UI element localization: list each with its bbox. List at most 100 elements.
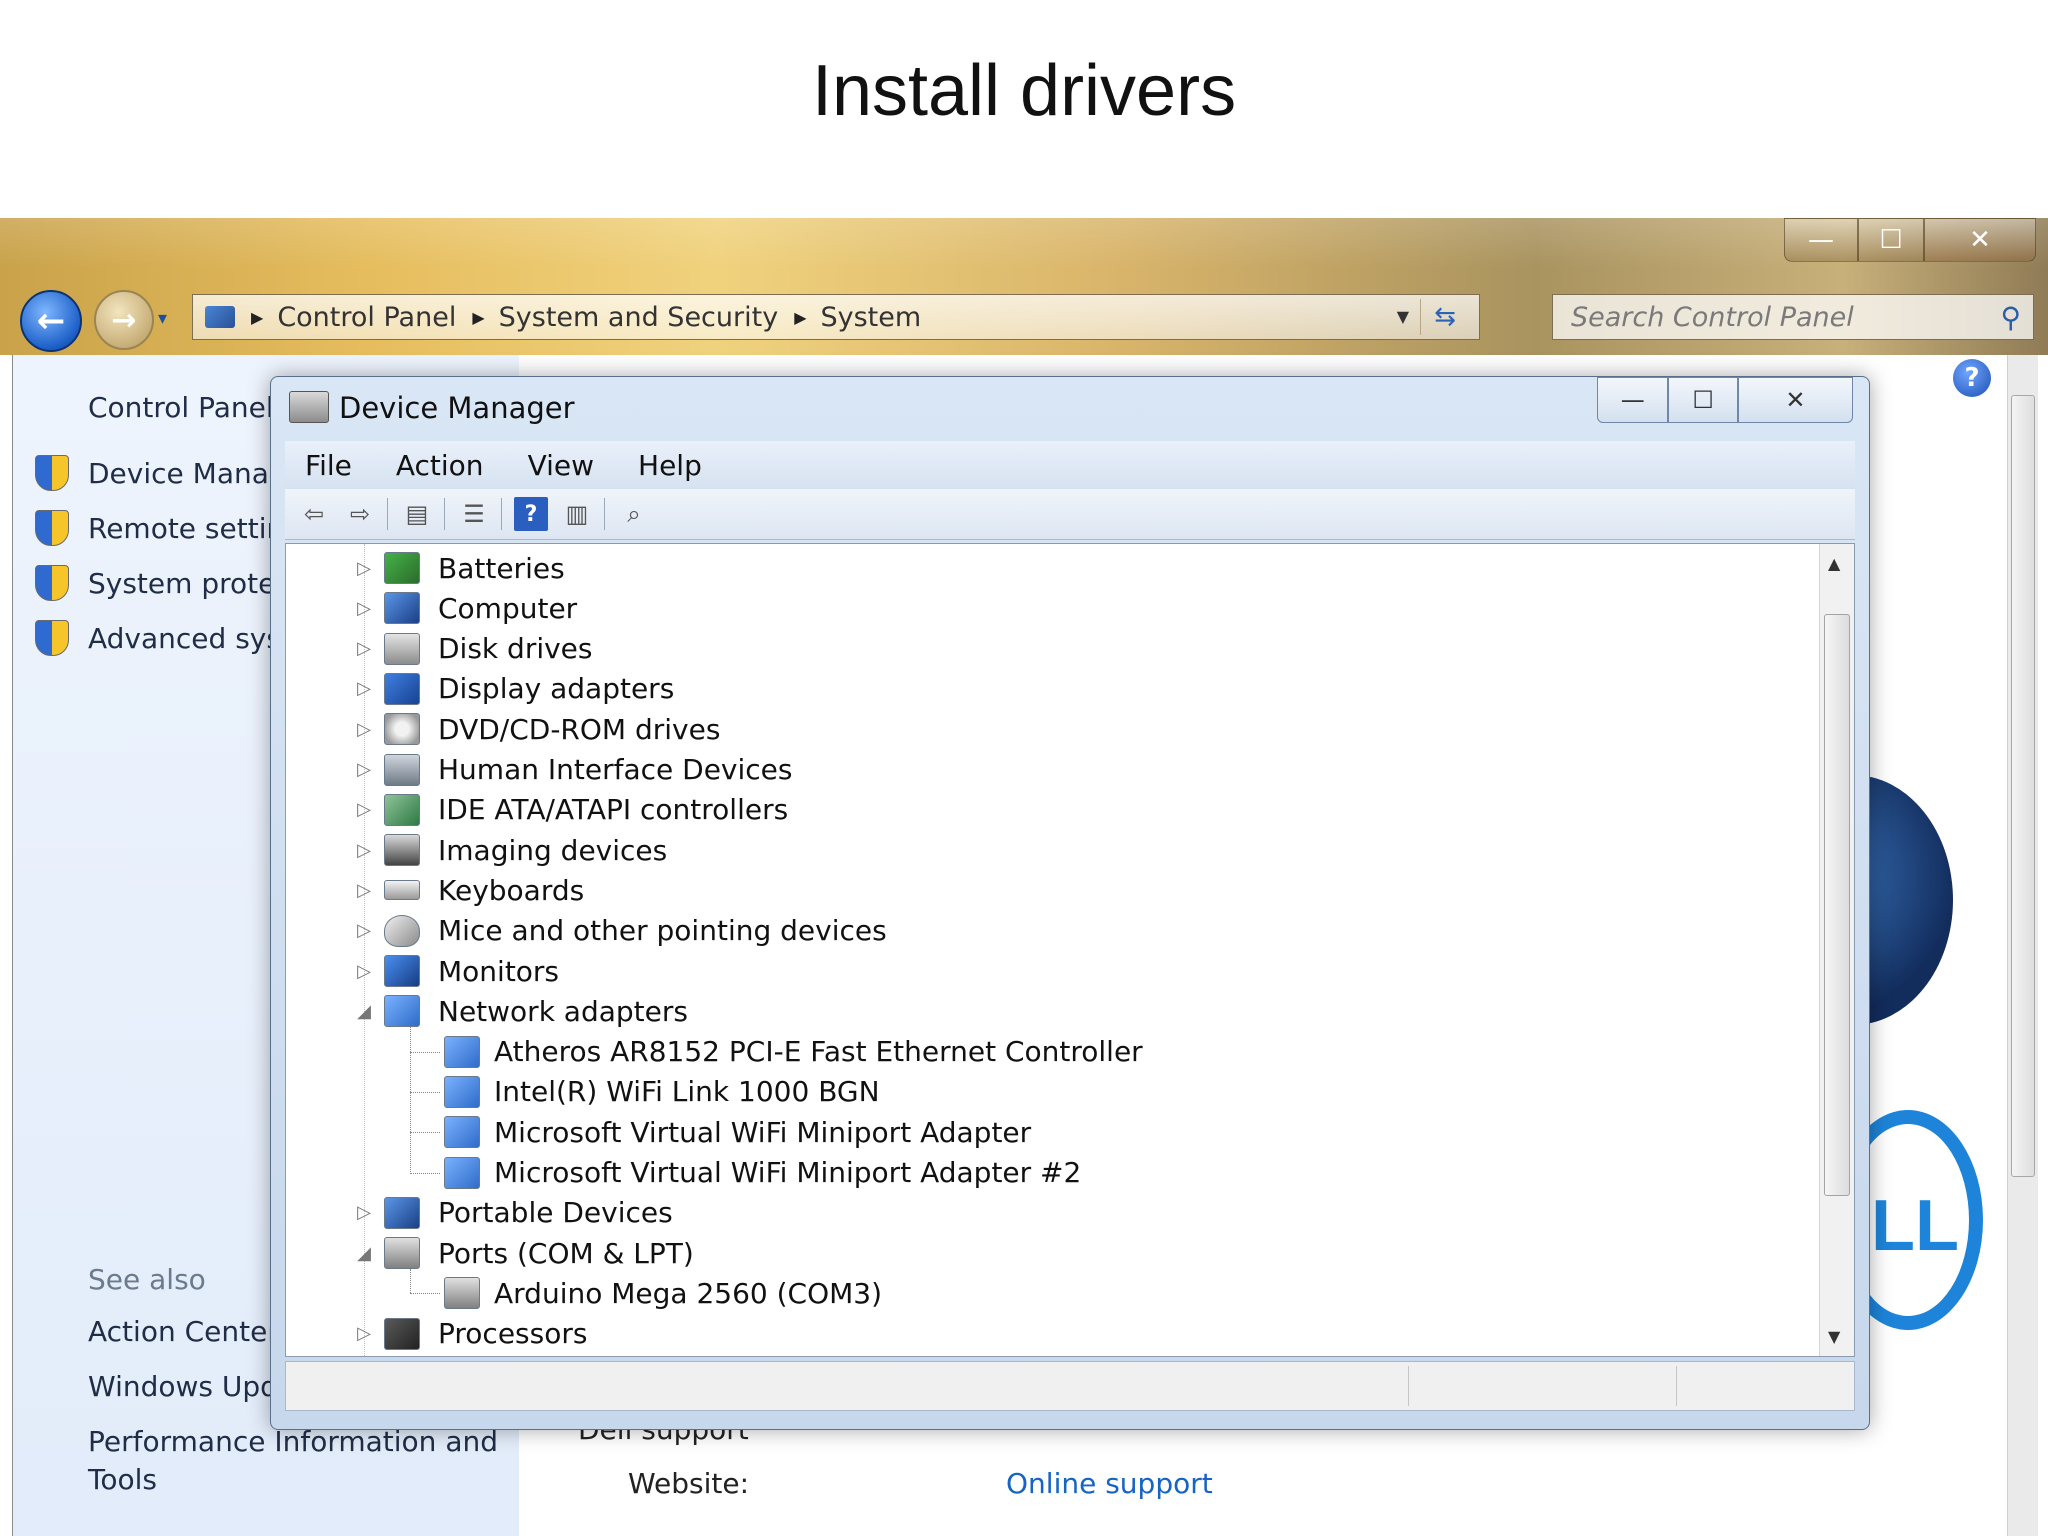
forward-button[interactable]: → [94, 290, 154, 350]
imaging-device-icon [384, 834, 420, 867]
task-label: Remote settin [88, 511, 285, 545]
minimize-button[interactable]: — [1784, 218, 1858, 262]
address-bar[interactable]: ▶ Control Panel ▶ System and Security ▶ … [192, 294, 1480, 340]
breadcrumb-control-panel[interactable]: Control Panel [277, 302, 456, 333]
tree-node-device[interactable]: Microsoft Virtual WiFi Miniport Adapter [444, 1112, 1031, 1152]
tree-node-device[interactable]: Atheros AR8152 PCI-E Fast Ethernet Contr… [444, 1032, 1143, 1072]
tree-node-device[interactable]: Microsoft Virtual WiFi Miniport Adapter … [444, 1153, 1081, 1193]
help-icon[interactable]: ? [1953, 359, 1991, 397]
tree-node-category[interactable]: ▷ IDE ATA/ATAPI controllers [354, 790, 788, 830]
tree-node-category[interactable]: ▷ Batteries [354, 548, 565, 588]
scroll-up-icon[interactable]: ▲ [1828, 554, 1840, 573]
tree-node-category[interactable]: ◢ Network adapters [354, 991, 688, 1031]
expand-arrow-icon[interactable]: ▷ [354, 719, 374, 740]
tree-node-category[interactable]: ▷ Disk drives [354, 629, 592, 669]
forward-arrow-icon[interactable]: ⇨ [343, 497, 377, 531]
expand-arrow-icon[interactable]: ▷ [354, 799, 374, 820]
tree-node-label: Keyboards [438, 873, 585, 907]
show-hide-console-tree-icon[interactable]: ▤ [400, 497, 434, 531]
toolbar: ⇦ ⇨ ▤ ☰ ? ▥ ⌕ [285, 489, 1855, 540]
expand-arrow-icon[interactable]: ▷ [354, 840, 374, 861]
toolbar-separator [501, 498, 502, 530]
chevron-right-icon[interactable]: ▶ [472, 308, 484, 327]
refresh-icon[interactable]: ⇆ [1420, 299, 1469, 335]
online-support-link[interactable]: Online support [1006, 1467, 1213, 1500]
tree-node-category[interactable]: ▷ Processors [354, 1314, 587, 1354]
chevron-right-icon[interactable]: ▶ [251, 308, 263, 327]
tree-node-category[interactable]: ▷ Computer [354, 588, 577, 628]
tree-node-category[interactable]: ▷ DVD/CD-ROM drives [354, 709, 720, 749]
tree-node-category[interactable]: ▷ Keyboards [354, 870, 584, 910]
network-adapter-icon [384, 995, 420, 1028]
scan-hardware-changes-icon[interactable]: ⌕ [617, 497, 651, 531]
menu-help[interactable]: Help [638, 449, 702, 482]
maximize-button[interactable]: ☐ [1668, 377, 1738, 423]
properties-icon[interactable]: ☰ [457, 497, 491, 531]
search-icon[interactable]: ⚲ [2000, 301, 2021, 334]
maximize-button[interactable]: ☐ [1858, 218, 1924, 262]
tree-node-category[interactable]: ▷ Monitors [354, 951, 559, 991]
expand-arrow-icon[interactable]: ▷ [354, 558, 374, 579]
search-input[interactable]: Search Control Panel ⚲ [1552, 294, 2034, 340]
tree-node-category[interactable]: ▷ Imaging devices [354, 830, 667, 870]
collapse-arrow-icon[interactable]: ◢ [354, 1243, 374, 1264]
expand-arrow-icon[interactable]: ▷ [354, 1323, 374, 1344]
tree-node-category[interactable]: ◢ Ports (COM & LPT) [354, 1233, 694, 1273]
close-button[interactable]: ✕ [1924, 218, 2036, 262]
expand-arrow-icon[interactable]: ▷ [354, 920, 374, 941]
expand-arrow-icon[interactable]: ▷ [354, 678, 374, 699]
task-advanced-system-settings[interactable]: Advanced sys [35, 618, 281, 658]
see-also-heading: See also [88, 1263, 206, 1296]
network-adapter-icon [444, 1075, 480, 1108]
collapse-arrow-icon[interactable]: ◢ [354, 1001, 374, 1022]
website-label: Website: [628, 1467, 750, 1500]
tree-node-category[interactable]: ▷ Human Interface Devices [354, 750, 792, 790]
tree-node-label: Mice and other pointing devices [438, 914, 887, 948]
tree-node-category[interactable]: ▷ Display adapters [354, 669, 674, 709]
task-device-manager[interactable]: Device Manag [35, 453, 287, 493]
task-system-protection[interactable]: System prote [35, 563, 275, 603]
tree-node-label: Processors [438, 1317, 588, 1351]
display-adapter-icon [384, 672, 420, 705]
close-button[interactable]: ✕ [1737, 377, 1853, 423]
port-icon [384, 1237, 420, 1270]
expand-arrow-icon[interactable]: ▷ [354, 880, 374, 901]
back-button[interactable]: ← [20, 290, 82, 352]
address-dropdown-icon[interactable]: ▼ [1397, 307, 1409, 326]
ide-controller-icon [384, 793, 420, 826]
link-performance-information[interactable]: Performance Information and Tools [88, 1423, 508, 1499]
help-icon[interactable]: ? [514, 497, 548, 531]
main-scrollbar[interactable] [2007, 355, 2038, 1536]
scroll-down-icon[interactable]: ▼ [1828, 1327, 1840, 1346]
expand-arrow-icon[interactable]: ▷ [354, 759, 374, 780]
expand-arrow-icon[interactable]: ▷ [354, 638, 374, 659]
task-remote-settings[interactable]: Remote settin [35, 508, 284, 548]
keyboard-icon [384, 880, 420, 901]
breadcrumb-system[interactable]: System [821, 302, 922, 333]
recent-pages-dropdown[interactable]: ▾ [158, 308, 167, 329]
scrollbar-thumb[interactable] [1824, 614, 1850, 1196]
menu-view[interactable]: View [528, 449, 594, 482]
tree-node-label: IDE ATA/ATAPI controllers [438, 793, 789, 827]
tree-node-category[interactable]: ▷ Portable Devices [354, 1193, 673, 1233]
control-panel-home-link[interactable]: Control Panel [88, 391, 274, 424]
menu-action[interactable]: Action [396, 449, 484, 482]
action-pane-icon[interactable]: ▥ [560, 497, 594, 531]
expand-arrow-icon[interactable]: ▷ [354, 1202, 374, 1223]
expand-arrow-icon[interactable]: ▷ [354, 598, 374, 619]
tree-scrollbar[interactable]: ▲ ▼ [1819, 544, 1854, 1356]
tree-node-device[interactable]: Arduino Mega 2560 (COM3) [444, 1273, 882, 1313]
back-arrow-icon[interactable]: ⇦ [297, 497, 331, 531]
expand-arrow-icon[interactable]: ▷ [354, 961, 374, 982]
tree-node-device[interactable]: Intel(R) WiFi Link 1000 BGN [444, 1072, 880, 1112]
scrollbar-thumb[interactable] [2011, 395, 2035, 1177]
hid-icon [384, 753, 420, 786]
tree-node-category[interactable]: ▷ Mice and other pointing devices [354, 911, 887, 951]
minimize-button[interactable]: — [1597, 377, 1669, 423]
tree-connector-line [410, 1269, 411, 1294]
menu-file[interactable]: File [305, 449, 352, 482]
tree-connector-line [410, 1051, 440, 1053]
chevron-right-icon[interactable]: ▶ [794, 308, 806, 327]
device-manager-icon [289, 391, 329, 423]
breadcrumb-system-and-security[interactable]: System and Security [499, 302, 779, 333]
